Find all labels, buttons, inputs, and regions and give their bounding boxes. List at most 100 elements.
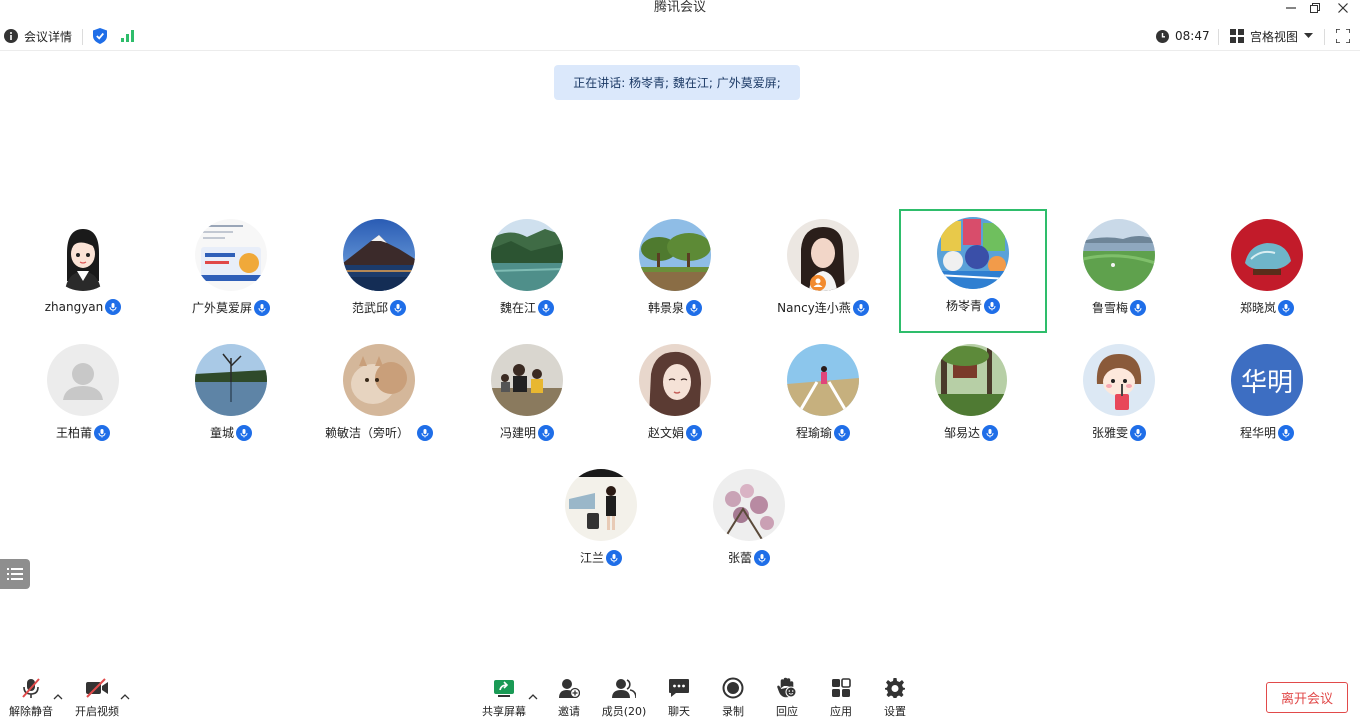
mic-on-icon: [984, 297, 1000, 314]
participant-name: 杨岺青: [945, 299, 982, 313]
gear-icon: [885, 678, 905, 698]
avatar: [639, 219, 711, 291]
participant-tile-active-speaker[interactable]: 杨岺青: [899, 209, 1047, 333]
participant-name: 赵文娟: [647, 426, 684, 440]
unmute-button[interactable]: 解除静音: [3, 676, 59, 721]
participant-name: 赖敏洁（旁听）: [324, 426, 409, 440]
participant-name: 张雅雯: [1091, 426, 1128, 440]
members-label: 成员(20): [601, 705, 647, 718]
participant-name: 郑晓岚: [1239, 301, 1276, 315]
mic-on-icon: [236, 424, 252, 441]
participant-name: zhangyan: [44, 300, 104, 314]
participant-name: 江兰: [579, 551, 604, 565]
audio-options-caret[interactable]: [52, 692, 64, 702]
apps-button[interactable]: 应用: [813, 676, 869, 721]
invite-button[interactable]: 邀请: [541, 676, 597, 721]
mic-on-icon: [754, 549, 770, 566]
avatar: [787, 344, 859, 416]
participant-tile[interactable]: 华明 程华明: [1193, 336, 1341, 460]
divider: [1324, 29, 1325, 45]
participant-tile[interactable]: 冯建明: [453, 336, 601, 460]
participant-name: 童城: [209, 426, 234, 440]
mic-on-icon: [417, 424, 433, 441]
participant-tile[interactable]: 魏在江: [453, 211, 601, 335]
video-options-caret[interactable]: [119, 692, 131, 702]
meeting-info-label: 会议详情: [24, 29, 73, 44]
participant-tile[interactable]: 张蕾: [675, 461, 823, 585]
avatar: 华明: [1231, 344, 1303, 416]
grid-view-button[interactable]: 宫格视图: [1230, 21, 1314, 51]
participant-tile[interactable]: 童城: [157, 336, 305, 460]
participant-name: 程华明: [1239, 426, 1276, 440]
participant-tile[interactable]: 邹易达: [897, 336, 1045, 460]
share-options-caret[interactable]: [527, 692, 539, 702]
apps-icon: [832, 678, 851, 697]
clock-icon: [1156, 29, 1169, 43]
mic-on-icon: [606, 549, 622, 566]
participant-tile[interactable]: zhangyan: [9, 211, 157, 335]
participant-tile[interactable]: 赵文娟: [601, 336, 749, 460]
security-shield-icon[interactable]: [93, 21, 107, 51]
participant-tile[interactable]: 王柏莆: [9, 336, 157, 460]
view-label: 宫格视图: [1250, 29, 1299, 44]
start-video-label: 开启视频: [75, 705, 119, 718]
mic-on-icon: [1130, 299, 1146, 316]
members-button[interactable]: 成员(20): [596, 676, 652, 721]
participant-name: 冯建明: [499, 426, 536, 440]
mic-on-icon: [686, 299, 702, 316]
avatar: [195, 344, 267, 416]
participant-tile[interactable]: 鲁雪梅: [1045, 211, 1193, 335]
participant-name: 广外莫爱屏: [191, 301, 252, 315]
mic-on-icon: [1278, 299, 1294, 316]
mic-on-icon: [94, 424, 110, 441]
network-signal-icon[interactable]: [121, 21, 135, 51]
list-icon: [7, 568, 23, 580]
avatar: [937, 217, 1009, 289]
close-icon[interactable]: [1330, 0, 1356, 16]
settings-button[interactable]: 设置: [867, 676, 923, 721]
participant-tile[interactable]: 江兰: [527, 461, 675, 585]
title-bar: 腾讯会议: [0, 0, 1360, 18]
divider: [82, 29, 83, 45]
meeting-info-button[interactable]: 会议详情: [4, 21, 72, 51]
minimize-icon[interactable]: [1278, 0, 1304, 16]
participant-tile[interactable]: 韩景泉: [601, 211, 749, 335]
side-panel-toggle[interactable]: [0, 559, 30, 589]
avatar: [565, 469, 637, 541]
chat-button[interactable]: 聊天: [651, 676, 707, 721]
invite-icon: [559, 679, 580, 698]
avatar: [1083, 219, 1155, 291]
avatar: [787, 219, 859, 291]
restore-icon[interactable]: [1302, 0, 1328, 16]
start-video-button[interactable]: 开启视频: [69, 676, 125, 721]
participant-name: 范武邱: [351, 301, 388, 315]
mic-on-icon: [105, 299, 122, 315]
participant-tile[interactable]: Nancy连小燕: [749, 211, 897, 335]
settings-label: 设置: [884, 705, 906, 718]
mic-on-icon: [254, 299, 270, 316]
reactions-button[interactable]: 回应: [759, 676, 815, 721]
participant-tile[interactable]: 张雅雯: [1045, 336, 1193, 460]
avatar: [935, 344, 1007, 416]
participant-tile[interactable]: 广外莫爱屏: [157, 211, 305, 335]
chat-icon: [669, 679, 689, 697]
participant-tile[interactable]: 范武邱: [305, 211, 453, 335]
share-screen-label: 共享屏幕: [482, 705, 526, 718]
participant-tile[interactable]: 赖敏洁（旁听）: [305, 336, 453, 460]
avatar: [713, 469, 785, 541]
avatar: [1083, 344, 1155, 416]
fullscreen-icon[interactable]: [1336, 21, 1350, 51]
video-off-icon: [86, 678, 108, 698]
leave-meeting-button[interactable]: 离开会议: [1266, 682, 1348, 713]
participant-name: Nancy连小燕: [777, 301, 851, 315]
mic-on-icon: [852, 299, 869, 316]
avatar: [343, 344, 415, 416]
participant-tile[interactable]: 程瑜瑜: [749, 336, 897, 460]
mic-on-icon: [390, 299, 406, 316]
avatar: [1231, 219, 1303, 291]
participant-name: 魏在江: [499, 301, 536, 315]
participant-tile[interactable]: 郑晓岚: [1193, 211, 1341, 335]
avatar: [47, 344, 119, 416]
share-screen-button[interactable]: 共享屏幕: [476, 676, 532, 721]
record-button[interactable]: 录制: [705, 676, 761, 721]
